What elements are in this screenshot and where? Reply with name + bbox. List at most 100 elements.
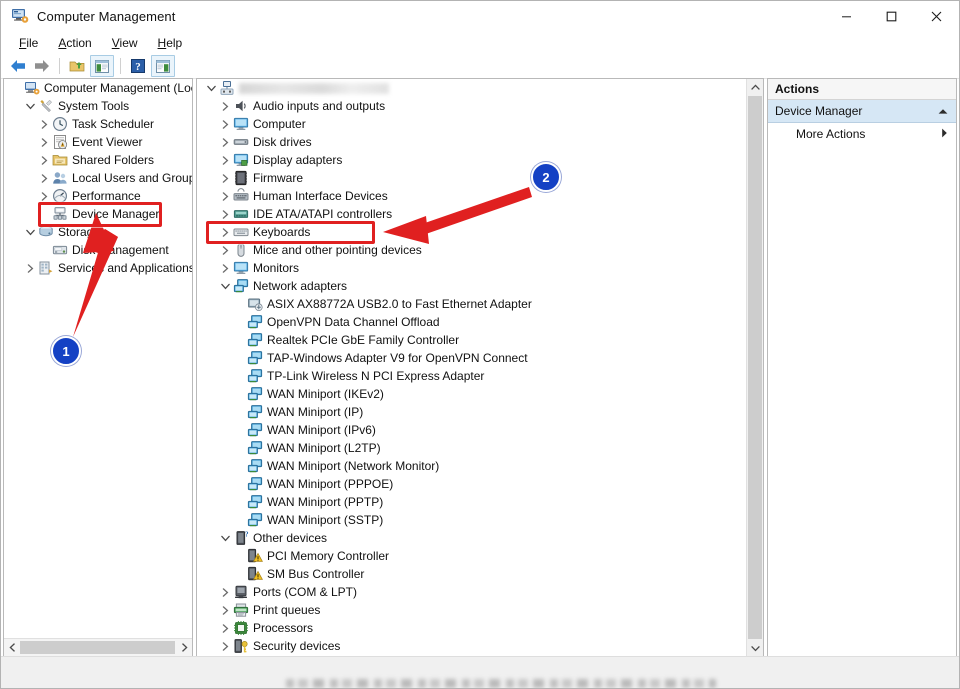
forward-button[interactable] xyxy=(31,56,53,76)
chevron-right-icon[interactable] xyxy=(217,601,233,619)
tree-item[interactable]: TP-Link Wireless N PCI Express Adapter xyxy=(197,367,747,385)
tree-item[interactable]: TAP-Windows Adapter V9 for OpenVPN Conne… xyxy=(197,349,747,367)
tree-item[interactable]: Event Viewer xyxy=(4,133,192,151)
chevron-right-icon[interactable] xyxy=(36,151,52,169)
scroll-right-arrow[interactable] xyxy=(176,640,192,656)
tree-item[interactable]: WAN Miniport (L2TP) xyxy=(197,439,747,457)
left-pane-horizontal-scrollbar[interactable] xyxy=(4,638,192,656)
tree-item[interactable]: Computer Management (Local xyxy=(4,79,192,97)
chevron-down-icon[interactable] xyxy=(22,97,38,115)
tree-item[interactable]: Monitors xyxy=(197,259,747,277)
device-tree[interactable]: Audio inputs and outputs Computer Disk dri… xyxy=(197,79,747,656)
tree-item[interactable]: Keyboards xyxy=(197,223,747,241)
h-scroll-thumb[interactable] xyxy=(20,641,175,654)
tree-item[interactable]: Performance xyxy=(4,187,192,205)
tree-item[interactable]: ASIX AX88772A USB2.0 to Fast Ethernet Ad… xyxy=(197,295,747,313)
tree-item[interactable] xyxy=(197,79,747,97)
actions-group-device-manager[interactable]: Device Manager xyxy=(768,100,956,123)
chevron-right-icon[interactable] xyxy=(217,151,233,169)
console-tree[interactable]: Computer Management (Local System Tools Ta… xyxy=(4,79,192,639)
chevron-right-icon[interactable] xyxy=(217,241,233,259)
tree-item[interactable]: Disk Management xyxy=(4,241,192,259)
tree-item[interactable]: Shared Folders xyxy=(4,151,192,169)
h-scroll-track[interactable] xyxy=(20,641,176,654)
menu-view[interactable]: View xyxy=(102,34,148,52)
tree-item[interactable]: Processors xyxy=(197,619,747,637)
chevron-right-icon[interactable] xyxy=(36,133,52,151)
computer-management-icon xyxy=(11,7,29,25)
tree-item[interactable]: WAN Miniport (SSTP) xyxy=(197,511,747,529)
tree-item[interactable]: Device Manager xyxy=(4,205,192,223)
tree-item[interactable]: WAN Miniport (IKEv2) xyxy=(197,385,747,403)
chevron-right-icon[interactable] xyxy=(217,205,233,223)
menu-action[interactable]: Action xyxy=(48,34,101,52)
scroll-left-arrow[interactable] xyxy=(4,640,20,656)
scroll-down-arrow[interactable] xyxy=(747,640,763,656)
tree-item[interactable]: Audio inputs and outputs xyxy=(197,97,747,115)
chevron-right-icon[interactable] xyxy=(217,187,233,205)
tree-item[interactable]: WAN Miniport (IP) xyxy=(197,403,747,421)
chevron-right-icon[interactable] xyxy=(217,133,233,151)
v-scroll-thumb[interactable] xyxy=(748,96,762,639)
tree-item[interactable]: Display adapters xyxy=(197,151,747,169)
chevron-right-icon[interactable] xyxy=(36,169,52,187)
tree-item[interactable]: Human Interface Devices xyxy=(197,187,747,205)
chevron-down-icon[interactable] xyxy=(22,223,38,241)
tree-item[interactable]: Disk drives xyxy=(197,133,747,151)
tree-item[interactable]: WAN Miniport (PPTP) xyxy=(197,493,747,511)
chevron-right-icon[interactable] xyxy=(22,259,38,277)
tree-item[interactable]: Realtek PCIe GbE Family Controller xyxy=(197,331,747,349)
chevron-right-icon[interactable] xyxy=(941,127,948,141)
chevron-down-icon[interactable] xyxy=(217,529,233,547)
tree-item[interactable]: Storage xyxy=(4,223,192,241)
back-button[interactable] xyxy=(7,56,29,76)
tree-item[interactable]: Security devices xyxy=(197,637,747,655)
maximize-button[interactable] xyxy=(869,1,914,31)
up-one-level-button[interactable] xyxy=(66,56,88,76)
help-button[interactable]: ? xyxy=(127,56,149,76)
device-tree-vertical-scrollbar[interactable] xyxy=(746,79,763,656)
tree-item[interactable]: ? Other devices xyxy=(197,529,747,547)
tree-item[interactable]: OpenVPN Data Channel Offload xyxy=(197,313,747,331)
chevron-right-icon[interactable] xyxy=(217,637,233,655)
tree-item[interactable]: WAN Miniport (PPPOE) xyxy=(197,475,747,493)
chevron-right-icon[interactable] xyxy=(217,169,233,187)
tree-item[interactable]: Ports (COM & LPT) xyxy=(197,583,747,601)
chevron-right-icon[interactable] xyxy=(217,97,233,115)
hid-icon xyxy=(233,188,249,204)
chevron-right-icon[interactable] xyxy=(217,619,233,637)
menu-help[interactable]: Help xyxy=(148,34,193,52)
menu-file[interactable]: File xyxy=(9,34,48,52)
tree-item[interactable]: Mice and other pointing devices xyxy=(197,241,747,259)
tree-item[interactable]: PCI Memory Controller xyxy=(197,547,747,565)
tree-item[interactable]: SM Bus Controller xyxy=(197,565,747,583)
minimize-button[interactable] xyxy=(824,1,869,31)
chevron-right-icon[interactable] xyxy=(217,583,233,601)
show-hide-action-pane-button[interactable] xyxy=(151,55,175,77)
tree-item-label: Disk Management xyxy=(72,243,169,257)
chevron-down-icon[interactable] xyxy=(203,79,219,97)
tree-item[interactable]: Network adapters xyxy=(197,277,747,295)
chevron-up-icon[interactable] xyxy=(938,104,948,118)
tree-item[interactable]: WAN Miniport (Network Monitor) xyxy=(197,457,747,475)
action-more-actions[interactable]: More Actions xyxy=(768,123,956,145)
show-hide-tree-button[interactable] xyxy=(90,55,114,77)
tree-item[interactable]: Computer xyxy=(197,115,747,133)
chevron-right-icon[interactable] xyxy=(217,259,233,277)
warning-device-icon xyxy=(247,548,263,564)
tree-item[interactable]: Firmware xyxy=(197,169,747,187)
tree-item[interactable]: System Tools xyxy=(4,97,192,115)
tree-item[interactable]: Local Users and Groups xyxy=(4,169,192,187)
tree-item[interactable]: IDE ATA/ATAPI controllers xyxy=(197,205,747,223)
tree-item[interactable]: Services and Applications xyxy=(4,259,192,277)
tree-item[interactable]: Print queues xyxy=(197,601,747,619)
chevron-right-icon[interactable] xyxy=(36,115,52,133)
close-button[interactable] xyxy=(914,1,959,31)
chevron-right-icon[interactable] xyxy=(217,115,233,133)
tree-item[interactable]: Task Scheduler xyxy=(4,115,192,133)
scroll-up-arrow[interactable] xyxy=(747,79,763,95)
tree-item[interactable]: WAN Miniport (IPv6) xyxy=(197,421,747,439)
chevron-down-icon[interactable] xyxy=(217,277,233,295)
chevron-right-icon[interactable] xyxy=(217,223,233,241)
chevron-right-icon[interactable] xyxy=(36,187,52,205)
